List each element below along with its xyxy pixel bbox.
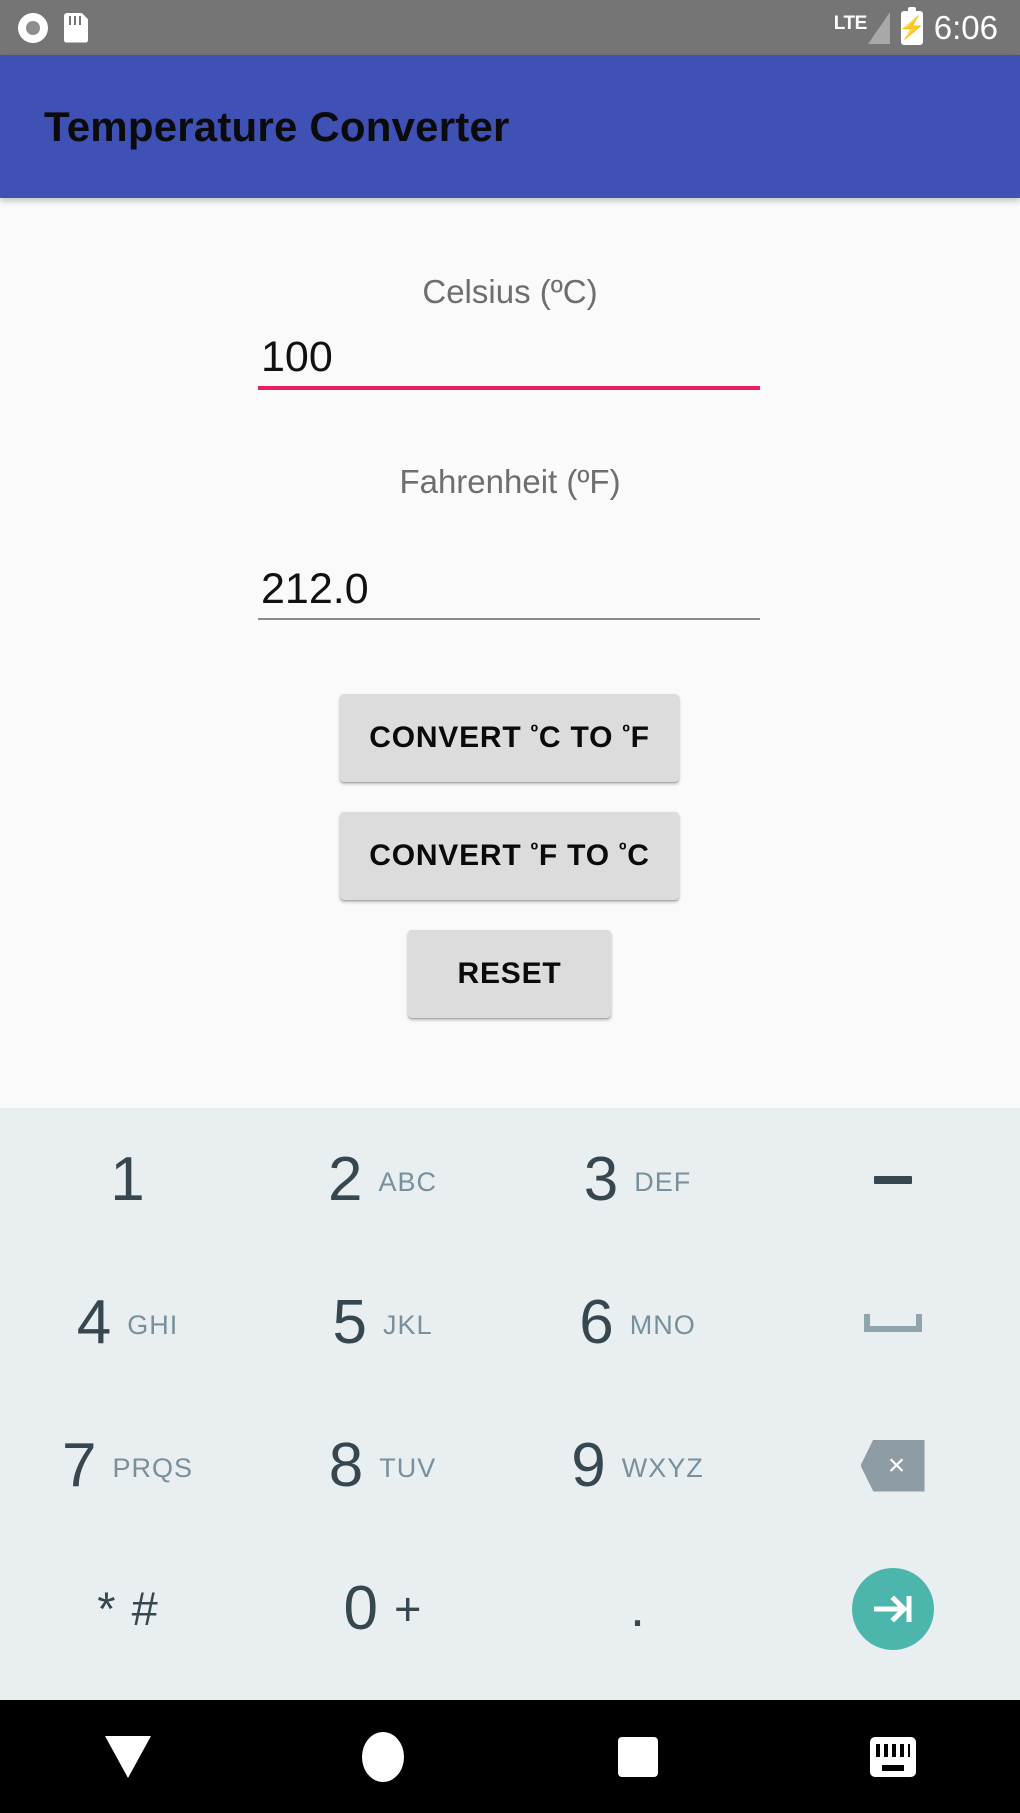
status-bar-clock: 6:06 [933, 9, 998, 46]
navigation-bar [0, 1700, 1020, 1813]
battery-charging-icon: ⚡ [898, 6, 926, 45]
key-space[interactable] [765, 1251, 1020, 1394]
key-letters-label: DEF [634, 1167, 692, 1197]
app-bar: Temperature Converter [0, 55, 1020, 198]
key-plus-label: + [394, 1582, 422, 1635]
back-triangle-icon [104, 1735, 151, 1778]
key-star-hash[interactable]: * # [0, 1537, 255, 1680]
key-digit-label: 8 [328, 1430, 364, 1500]
degree-symbol-2: º [622, 721, 631, 744]
celsius-input[interactable]: 100 [258, 328, 760, 386]
key-7[interactable]: 7 PRQS [0, 1394, 255, 1537]
key-5[interactable]: 5 JKL [255, 1251, 510, 1394]
convert-c-to-f-button[interactable]: CONVERT ºC TO ºF [340, 694, 679, 782]
celsius-field[interactable]: 100 [258, 328, 760, 390]
celsius-label: Celsius (ºC) [422, 273, 598, 310]
key-digit-label: 4 [76, 1287, 112, 1357]
key-digit-label: 9 [571, 1430, 606, 1500]
key-period[interactable]: . [510, 1537, 765, 1680]
numeric-keyboard: 1 2 ABC 3 DEF 4 GHI 5 JKL 6 MNO 7 PRQS 8 TUV 9 WXYZ × *… [0, 1108, 1020, 1700]
app-title: Temperature Converter [44, 102, 510, 150]
bolt-glyph: ⚡ [898, 14, 926, 40]
keyboard-switch-icon [869, 1736, 916, 1777]
backspace-icon: × [860, 1439, 925, 1492]
lte-label: LTE [833, 12, 867, 34]
key-star-label: * [97, 1582, 116, 1635]
key-digit-label: 3 [583, 1144, 619, 1214]
fahrenheit-input[interactable]: 212.0 [258, 560, 760, 618]
reset-button[interactable]: RESET [408, 930, 611, 1018]
key-next-action[interactable] [765, 1537, 1020, 1680]
key-letters-label: JKL [382, 1310, 433, 1340]
key-3[interactable]: 3 DEF [510, 1108, 765, 1251]
fahrenheit-field[interactable]: 212.0 [258, 560, 760, 620]
fahrenheit-underline [258, 618, 760, 620]
convert-c-to-f-mid: C TO [538, 721, 623, 754]
keyboard-row-2: 4 GHI 5 JKL 6 MNO [0, 1251, 1020, 1394]
next-field-icon [851, 1567, 934, 1650]
home-circle-icon [361, 1731, 404, 1782]
convert-f-to-c-mid: F TO [538, 839, 620, 872]
status-bar-right-icons: LTE ⚡ 6:06 [833, 6, 998, 46]
key-letters-label: ABC [378, 1167, 437, 1197]
key-4[interactable]: 4 GHI [0, 1251, 255, 1394]
nav-recents-button[interactable] [510, 1736, 765, 1777]
key-8[interactable]: 8 TUV [255, 1394, 510, 1537]
key-letters-label: WXYZ [621, 1453, 704, 1483]
screen-record-icon [18, 12, 48, 43]
backspace-x-glyph: × [887, 1448, 906, 1482]
signal-icon: LTE [833, 11, 890, 44]
key-period-label: . [629, 1578, 645, 1639]
key-digit-label: 1 [110, 1144, 145, 1214]
keyboard-row-1: 1 2 ABC 3 DEF [0, 1108, 1020, 1251]
minus-icon [873, 1175, 912, 1184]
main-content: Celsius (ºC) 100 Fahrenheit (ºF) 212.0 C… [0, 198, 1020, 1108]
keyboard-row-3: 7 PRQS 8 TUV 9 WXYZ × [0, 1394, 1020, 1537]
keyboard-row-4: * #0 +. [0, 1537, 1020, 1680]
key-digit-label: 5 [332, 1287, 367, 1357]
nav-home-button[interactable] [255, 1731, 510, 1782]
recents-square-icon [617, 1736, 658, 1777]
key-digit-label: 6 [579, 1287, 614, 1357]
convert-c-to-f-suffix: F [630, 721, 650, 754]
key-digit-label: 2 [327, 1144, 363, 1214]
key-digit-label: 7 [61, 1430, 97, 1500]
status-bar-left-icons [18, 12, 88, 43]
convert-c-to-f-prefix: CONVERT [369, 721, 531, 754]
fahrenheit-label: Fahrenheit (ºF) [399, 463, 621, 500]
nav-keyboard-switch-button[interactable] [765, 1736, 1020, 1777]
convert-f-to-c-button[interactable]: CONVERT ºF TO ºC [340, 812, 679, 900]
key-minus[interactable] [765, 1108, 1020, 1251]
celsius-underline [258, 386, 760, 390]
key-0[interactable]: 0 + [255, 1537, 510, 1680]
key-2[interactable]: 2 ABC [255, 1108, 510, 1251]
signal-bars-icon [867, 11, 890, 44]
sd-card-icon [64, 12, 88, 43]
space-icon [863, 1313, 922, 1332]
key-backspace[interactable]: × [765, 1394, 1020, 1537]
key-letters-label: GHI [127, 1310, 179, 1340]
key-9[interactable]: 9 WXYZ [510, 1394, 765, 1537]
nav-back-button[interactable] [0, 1735, 255, 1778]
degree-symbol-1: º [530, 721, 539, 744]
android-screen: LTE ⚡ 6:06 Temperature Converter Celsius… [0, 0, 1020, 1813]
key-letters-label: MNO [629, 1310, 696, 1340]
convert-f-to-c-suffix: C [627, 839, 650, 872]
key-1[interactable]: 1 [0, 1108, 255, 1251]
key-letters-label: PRQS [112, 1453, 193, 1483]
key-6[interactable]: 6 MNO [510, 1251, 765, 1394]
status-bar: LTE ⚡ 6:06 [0, 0, 1020, 55]
key-hash-label: # [131, 1582, 158, 1635]
key-digit-label: 0 [343, 1573, 379, 1643]
key-letters-label: TUV [379, 1453, 437, 1483]
degree-symbol-3: º [530, 839, 539, 862]
convert-f-to-c-prefix: CONVERT [369, 839, 531, 872]
